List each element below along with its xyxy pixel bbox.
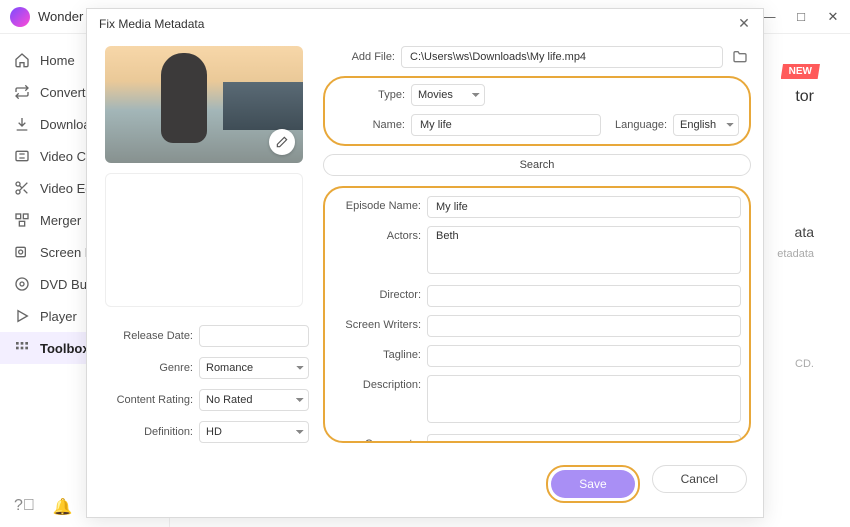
actors-input[interactable]: Beth — [427, 226, 741, 274]
addfile-input[interactable] — [401, 46, 723, 68]
description-input[interactable] — [427, 375, 741, 423]
edit-thumbnail-button[interactable] — [269, 129, 295, 155]
play-icon — [14, 308, 30, 324]
tagline-label: Tagline: — [333, 345, 421, 361]
director-input[interactable] — [427, 285, 741, 307]
description-label: Description: — [333, 375, 421, 391]
sidebar-item-label: Player — [40, 309, 77, 324]
convert-icon — [14, 84, 30, 100]
video-thumbnail — [105, 46, 303, 163]
scissors-icon — [14, 180, 30, 196]
metadata-section-callout: Episode Name: Actors: Beth Director: Scre… — [323, 186, 751, 443]
toolbox-icon — [14, 340, 30, 356]
modal-title: Fix Media Metadata — [99, 17, 204, 31]
release-date-label: Release Date: — [99, 330, 193, 342]
writers-input[interactable] — [427, 315, 741, 337]
rating-label: Content Rating: — [99, 394, 193, 406]
type-select[interactable]: Movies — [411, 84, 485, 106]
record-icon — [14, 244, 30, 260]
bg-text: CD. — [795, 358, 814, 370]
home-icon — [14, 52, 30, 68]
help-icon[interactable]: ?⃝ — [14, 497, 35, 517]
bg-text: etadata — [777, 248, 814, 260]
writers-label: Screen Writers: — [333, 315, 421, 331]
comments-input[interactable] — [427, 434, 741, 443]
episode-label: Episode Name: — [333, 196, 421, 212]
merge-icon — [14, 212, 30, 228]
tagline-input[interactable] — [427, 345, 741, 367]
sidebar-item-label: Toolbox — [40, 341, 90, 356]
director-label: Director: — [333, 285, 421, 301]
name-label: Name: — [333, 119, 405, 131]
type-label: Type: — [333, 89, 405, 101]
comments-label: Comments: — [333, 434, 421, 443]
close-button[interactable]: ✕ — [826, 9, 840, 25]
bg-text: ata — [795, 224, 814, 240]
new-badge: NEW — [781, 64, 820, 79]
genre-select[interactable]: Romance — [199, 357, 309, 379]
maximize-button[interactable]: □ — [794, 9, 808, 25]
search-button[interactable]: Search — [323, 154, 751, 176]
episode-input[interactable] — [427, 196, 741, 218]
language-label: Language: — [615, 119, 667, 131]
save-callout: Save — [546, 465, 639, 503]
name-input[interactable] — [411, 114, 601, 136]
search-section-callout: Type: Movies Name: Language: English — [323, 76, 751, 146]
disc-icon — [14, 276, 30, 292]
save-button[interactable]: Save — [551, 470, 634, 498]
language-select[interactable]: English — [673, 114, 739, 136]
close-icon[interactable]: ✕ — [735, 15, 753, 32]
rating-select[interactable]: No Rated — [199, 389, 309, 411]
compress-icon — [14, 148, 30, 164]
minimize-button[interactable]: — — [762, 9, 776, 25]
definition-select[interactable]: HD — [199, 421, 309, 443]
sidebar-item-label: Home — [40, 53, 75, 68]
release-date-input[interactable] — [199, 325, 309, 347]
definition-label: Definition: — [99, 426, 193, 438]
bg-text: tor — [795, 88, 814, 106]
cancel-button[interactable]: Cancel — [652, 465, 747, 493]
genre-label: Genre: — [99, 362, 193, 374]
app-logo — [10, 7, 30, 27]
download-icon — [14, 116, 30, 132]
bell-icon[interactable]: 🔔 — [53, 497, 73, 517]
thumbnail-placeholder — [105, 173, 303, 307]
actors-label: Actors: — [333, 226, 421, 242]
folder-icon[interactable] — [729, 46, 751, 68]
metadata-modal: Fix Media Metadata ✕ Release Date: Genre… — [86, 8, 764, 518]
sidebar-item-label: Merger — [40, 213, 81, 228]
addfile-label: Add File: — [323, 51, 395, 63]
